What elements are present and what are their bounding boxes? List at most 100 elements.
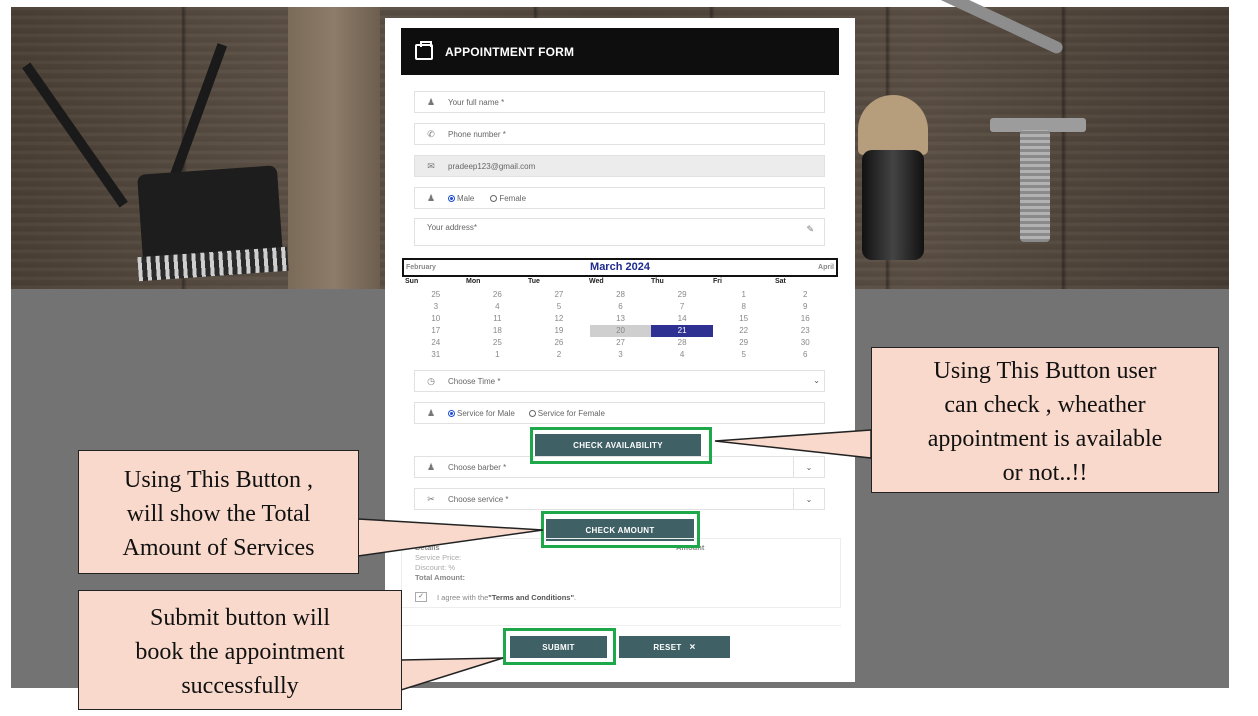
calendar-day-cell[interactable]: 29	[651, 289, 713, 301]
service-price-label: Service Price:	[415, 553, 462, 562]
users-icon: ♟	[426, 462, 436, 472]
calendar-day-cell[interactable]: 7	[651, 301, 713, 313]
calendar-day-cell[interactable]: 1	[713, 289, 775, 301]
calendar-day-cell[interactable]: 26	[467, 289, 529, 301]
calendar-day-cell[interactable]: 1	[467, 349, 529, 361]
availability-highlight-frame	[530, 427, 712, 464]
calendar-day-cell[interactable]: 9	[774, 301, 836, 313]
calendar-grid: 25 26 27 28 29 1 2 3 4 5 6 7 8 9 10 11 12 13 14 15 16 17 18 19 2…	[405, 289, 836, 361]
calendar-day-cell[interactable]: 28	[590, 289, 652, 301]
calendar-day-cell[interactable]: 19	[528, 325, 590, 337]
terms-checkbox[interactable]: ✓	[415, 592, 427, 602]
full-name-placeholder: Your full name *	[448, 97, 505, 107]
gender-male-radio[interactable]	[448, 194, 455, 202]
calendar-day-cell[interactable]: 21	[651, 325, 713, 337]
calendar-day-cell[interactable]: 25	[467, 337, 529, 349]
calendar-day-cell[interactable]: 2	[774, 289, 836, 301]
chevron-down-icon: ⌄	[813, 376, 820, 385]
total-amount-label: Total Amount:	[415, 573, 465, 582]
calendar-day-cell[interactable]: 5	[528, 301, 590, 313]
email-field[interactable]: ✉ pradeep123@gmail.com	[414, 155, 825, 177]
terms-suffix: .	[574, 592, 577, 602]
calendar-week-row: 3456789	[405, 301, 836, 313]
calendar-day-cell[interactable]: 27	[528, 289, 590, 301]
reset-label: RESET	[653, 642, 682, 652]
full-name-field[interactable]: ♟ Your full name *	[414, 91, 825, 113]
calendar-day-cell[interactable]: 16	[774, 313, 836, 325]
time-select[interactable]: ◷ Choose Time * ⌄	[414, 370, 825, 392]
calendar-day-name: Sat	[775, 278, 786, 285]
calendar-day-name: Thu	[651, 278, 664, 285]
reset-button[interactable]: RESET ×	[619, 636, 730, 658]
address-textarea[interactable]: Your address* ✎	[414, 218, 825, 246]
calendar-next-month[interactable]: April	[818, 264, 834, 271]
calendar-day-cell[interactable]: 14	[651, 313, 713, 325]
terms-prefix: I agree with the	[437, 592, 489, 602]
user-icon: ♟	[426, 97, 436, 107]
calendar-day-cell[interactable]: 6	[590, 301, 652, 313]
calendar-day-cell[interactable]: 2	[528, 349, 590, 361]
address-placeholder: Your address*	[427, 223, 477, 232]
calendar-week-row: 25 26 27 28 29 1 2	[405, 289, 836, 301]
service-male-label: Service for Male	[457, 408, 515, 418]
calendar-day-cell[interactable]: 11	[467, 313, 529, 325]
calendar-day-name: Fri	[713, 278, 722, 285]
calendar-day-cell[interactable]: 30	[774, 337, 836, 349]
service-male-radio[interactable]	[448, 409, 455, 417]
clipboard-check-icon	[415, 40, 433, 60]
calendar-day-cell[interactable]: 22	[713, 325, 775, 337]
shaving-brush-handle-image	[862, 150, 924, 260]
callout-line: Amount of Services	[122, 535, 315, 561]
calendar-day-cell[interactable]: 3	[590, 349, 652, 361]
calendar-day-cell[interactable]: 25	[405, 289, 467, 301]
time-placeholder: Choose Time *	[448, 376, 501, 386]
callout-line: will show the Total	[126, 501, 311, 527]
close-icon: ×	[689, 641, 696, 653]
callout-line: successfully	[181, 673, 299, 699]
calendar-day-cell[interactable]: 27	[590, 337, 652, 349]
calendar-day-cell[interactable]: 4	[467, 301, 529, 313]
calendar-day-cell[interactable]: 17	[405, 325, 467, 337]
service-female-label: Service for Female	[537, 408, 605, 418]
calendar-day-cell[interactable]: 3	[405, 301, 467, 313]
clock-icon: ◷	[427, 376, 435, 386]
users-icon: ♟	[426, 193, 436, 203]
calendar-day-cell[interactable]: 23	[774, 325, 836, 337]
calendar-day-name: Wed	[589, 278, 604, 285]
calendar-header: February March 2024 April	[402, 258, 838, 277]
amount-callout: Using This Button , will show the Total …	[78, 450, 359, 574]
details-header: Details	[415, 543, 440, 552]
chevron-down-icon: ⌄	[793, 489, 824, 509]
calendar-day-cell[interactable]: 10	[405, 313, 467, 325]
gender-female-radio[interactable]	[490, 194, 498, 202]
service-female-radio[interactable]	[528, 409, 536, 417]
callout-line: appointment is available	[927, 426, 1163, 452]
terms-link[interactable]: "Terms and Conditions"	[488, 593, 574, 602]
calendar-day-cell[interactable]: 31	[405, 349, 467, 361]
envelope-icon: ✉	[427, 161, 435, 171]
calendar-day-cell[interactable]: 20	[589, 325, 652, 337]
service-select[interactable]: ✂ Choose service * ⌄	[414, 488, 825, 510]
calendar-day-cell[interactable]: 26	[528, 337, 590, 349]
availability-callout: Using This Button user can check , wheat…	[871, 347, 1219, 493]
phone-field[interactable]: ✆ Phone number *	[414, 123, 825, 145]
calendar-day-cell[interactable]: 24	[405, 337, 467, 349]
calendar-week-row: 10 11 12 13 14 15 16	[405, 313, 836, 325]
calendar-title: March 2024	[590, 261, 650, 273]
calendar-day-cell[interactable]: 18	[467, 325, 529, 337]
pencil-icon: ✎	[806, 224, 814, 234]
calendar-day-cell[interactable]: 28	[651, 337, 713, 349]
amount-highlight-frame	[541, 511, 700, 548]
terms-row: ✓ I agree with the "Terms and Conditions…	[415, 592, 576, 602]
calendar-day-cell[interactable]: 4	[651, 349, 713, 361]
calendar-day-cell[interactable]: 15	[713, 313, 775, 325]
appointment-form-card: APPOINTMENT FORM ♟ Your full name * ✆ Ph…	[385, 18, 855, 682]
calendar-day-cell[interactable]: 8	[713, 301, 775, 313]
calendar-day-cell[interactable]: 13	[590, 313, 652, 325]
calendar-day-cell[interactable]: 5	[713, 349, 775, 361]
form-title: APPOINTMENT FORM	[445, 44, 575, 59]
calendar-day-cell[interactable]: 12	[528, 313, 590, 325]
calendar-day-cell[interactable]: 29	[713, 337, 775, 349]
calendar-day-cell[interactable]: 6	[774, 349, 836, 361]
submit-highlight-frame	[503, 628, 616, 665]
